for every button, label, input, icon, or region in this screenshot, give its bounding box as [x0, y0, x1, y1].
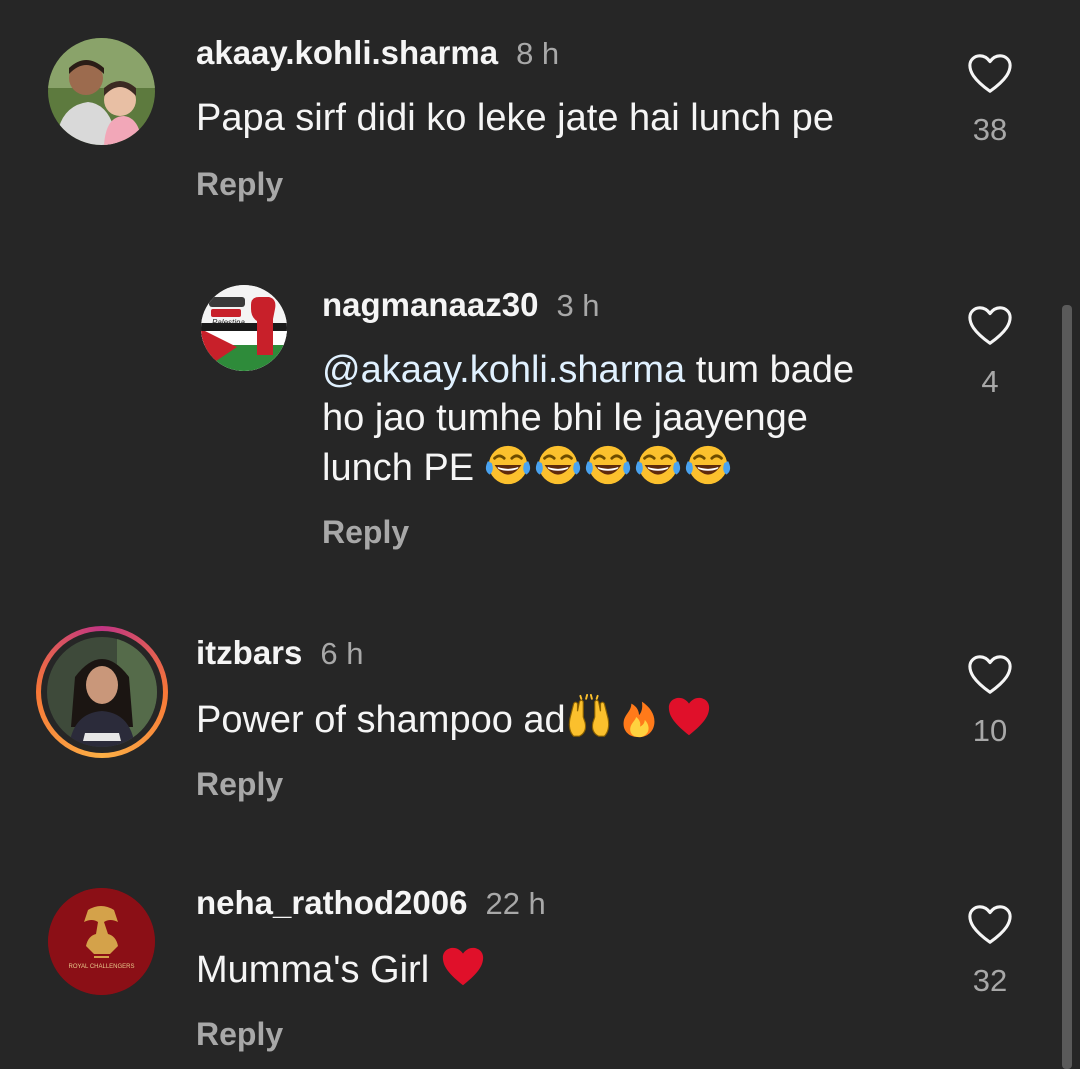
comment-text-line1: tum bade	[685, 349, 855, 391]
like-count: 4	[981, 364, 999, 399]
like-count: 38	[972, 112, 1008, 147]
comment-timestamp: 6 h	[320, 636, 364, 671]
comment-username[interactable]: itzbars	[196, 634, 302, 672]
reply-button[interactable]: Reply	[196, 766, 283, 803]
heart-outline-icon[interactable]	[966, 304, 1014, 350]
red-heart-icon	[440, 944, 486, 990]
comment-text-body: Power of shampoo ad	[196, 699, 566, 741]
like-button[interactable]: 10	[950, 653, 1030, 749]
mention-link[interactable]: @akaay.kohli.sharma	[322, 349, 685, 391]
avatar[interactable]	[201, 285, 287, 371]
red-heart-icon	[666, 694, 712, 740]
comment-text: Power of shampoo ad	[196, 694, 716, 744]
heart-outline-icon[interactable]	[966, 653, 1014, 699]
comment-username[interactable]: neha_rathod2006	[196, 884, 467, 922]
comment-timestamp: 22 h	[485, 886, 546, 921]
comment-username[interactable]: nagmanaaz30	[322, 286, 538, 324]
tears-of-joy-icon	[685, 442, 731, 488]
tears-of-joy-icon	[535, 442, 581, 488]
scrollbar[interactable]	[1062, 305, 1072, 1069]
comment-text: Papa sirf didi ko leke jate hai lunch pe	[196, 97, 834, 139]
profile-photo-man-with-child-icon	[48, 38, 155, 145]
avatar-caption: Palestina	[212, 318, 245, 327]
raising-hands-icon	[566, 694, 612, 740]
reply-button[interactable]: Reply	[196, 1016, 283, 1053]
comment-text: @akaay.kohli.sharma tum bade ho jao tumh…	[322, 346, 854, 492]
like-button[interactable]: 38	[950, 52, 1030, 148]
comment-text-body: Mumma's Girl	[196, 949, 440, 991]
comment-text: Mumma's Girl	[196, 944, 490, 994]
comment-text-line3: lunch PE	[322, 447, 485, 489]
avatar[interactable]	[47, 637, 157, 747]
heart-outline-icon[interactable]	[966, 52, 1014, 98]
heart-outline-icon[interactable]	[966, 903, 1014, 949]
like-count: 32	[972, 963, 1008, 998]
tears-of-joy-icon	[485, 442, 531, 488]
reply-button[interactable]: Reply	[322, 514, 409, 551]
reply-button[interactable]: Reply	[196, 166, 283, 203]
avatar-caption: ROYAL CHALLENGERS	[68, 964, 135, 970]
avatar[interactable]	[48, 888, 155, 995]
like-button[interactable]: 32	[950, 903, 1030, 999]
like-button[interactable]: 4	[950, 304, 1030, 400]
rcb-crest-logo-icon	[48, 888, 155, 995]
fire-icon	[616, 694, 662, 740]
tears-of-joy-icon	[585, 442, 631, 488]
comment-username[interactable]: akaay.kohli.sharma	[196, 34, 498, 72]
comment-timestamp: 3 h	[556, 288, 600, 323]
comment-timestamp: 8 h	[516, 36, 560, 71]
comment-text-line2: ho jao tumhe bhi le jaayenge	[322, 397, 808, 439]
tears-of-joy-icon	[635, 442, 681, 488]
like-count: 10	[972, 713, 1008, 748]
palestine-fist-logo-icon	[201, 285, 287, 371]
comment-item: akaay.kohli.sharma 8 h Papa sirf didi ko…	[0, 0, 1080, 220]
avatar[interactable]	[48, 38, 155, 145]
profile-photo-girl-icon	[47, 637, 157, 747]
